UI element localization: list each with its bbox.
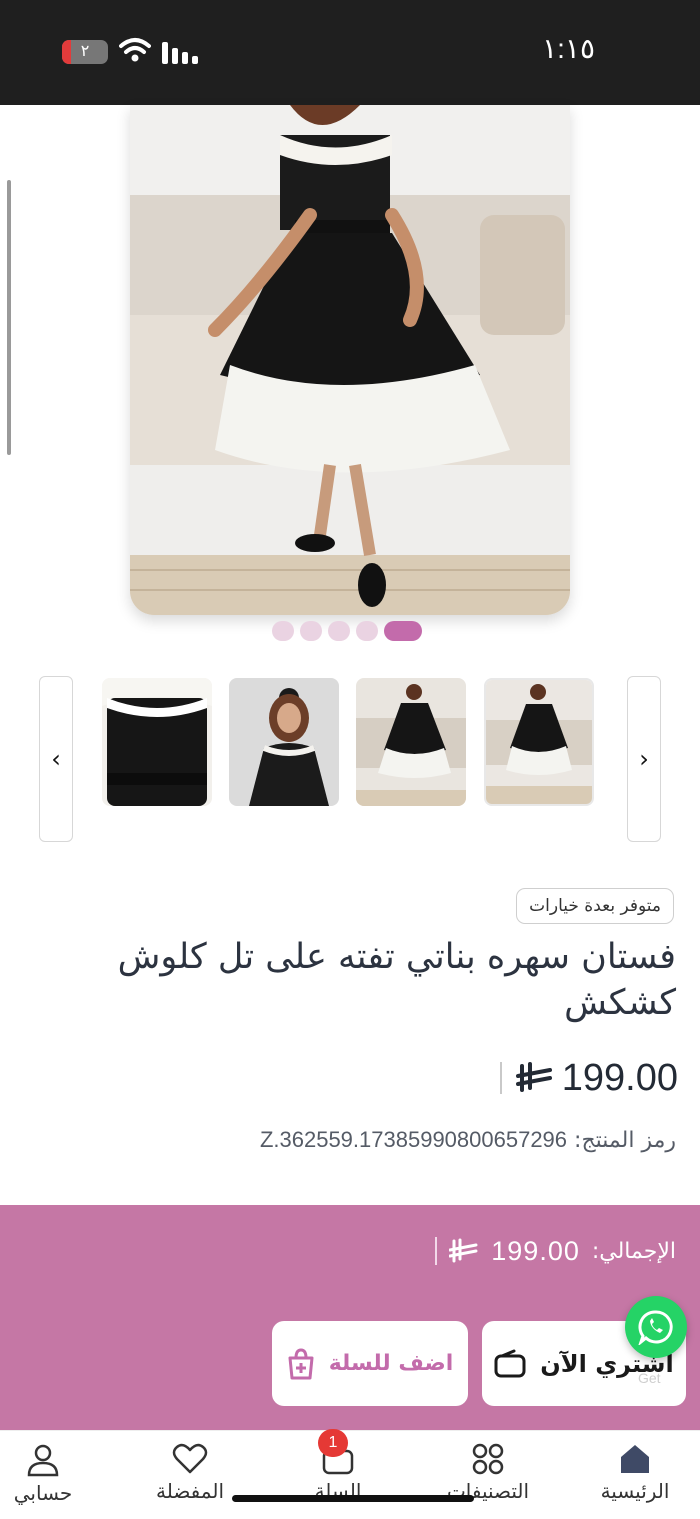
product-price: 199.00 <box>499 1054 678 1102</box>
battery-label: ٢ <box>80 43 90 60</box>
price-value: 199.00 <box>561 1056 678 1099</box>
grid-icon <box>472 1443 504 1475</box>
product-sku: رمز المنتج: Z.362559.17385990800657296 <box>260 1127 676 1153</box>
home-indicator <box>232 1495 474 1502</box>
thumbnail-image[interactable] <box>229 678 339 806</box>
home-icon <box>621 1445 649 1473</box>
clock: ١:١٥ <box>542 33 595 64</box>
floating-tag: Get <box>638 1370 661 1386</box>
tab-label: الرئيسية <box>600 1479 670 1503</box>
chevron-right-icon: › <box>639 745 649 773</box>
whatsapp-icon <box>638 1310 673 1345</box>
whatsapp-button[interactable] <box>625 1296 687 1358</box>
cart-count-badge: 1 <box>318 1429 348 1457</box>
battery-icon: ٢ <box>62 40 108 64</box>
chevron-left-icon: ‹ <box>51 745 61 773</box>
bottom-tab-bar: الرئيسية التصنيفات السلة المفضلة حسابي <box>0 1430 700 1519</box>
sku-label: رمز المنتج: <box>574 1128 676 1153</box>
pagination-dot[interactable] <box>328 621 350 641</box>
thumbnail-image[interactable] <box>102 678 212 806</box>
gallery-pagination <box>272 620 422 642</box>
signal-icon <box>162 42 198 64</box>
pagination-dot[interactable] <box>272 621 294 641</box>
add-to-cart-label: اضف للسلة <box>328 1351 454 1376</box>
order-total: الإجمالي: 199.00 <box>435 1232 676 1270</box>
tab-home[interactable]: الرئيسية <box>580 1443 690 1503</box>
gallery-next-button[interactable]: ‹ <box>39 676 73 842</box>
user-icon <box>27 1444 59 1477</box>
wifi-icon <box>119 38 151 62</box>
total-label: الإجمالي: <box>591 1238 676 1264</box>
pagination-dot[interactable] <box>356 621 378 641</box>
sku-value: Z.362559.17385990800657296 <box>259 1127 568 1152</box>
product-main-image[interactable] <box>130 105 570 615</box>
pagination-dot-active[interactable] <box>384 621 422 641</box>
thumbnail-image-selected[interactable] <box>484 678 594 806</box>
product-title: فستان سهره بناتي تفته على تل كلوش كشكش <box>117 937 676 1023</box>
riyal-icon <box>515 1062 552 1092</box>
scroll-indicator[interactable] <box>7 180 11 455</box>
variants-badge: متوفر بعدة خيارات <box>516 888 674 924</box>
heart-icon <box>172 1443 208 1474</box>
riyal-icon <box>449 1238 478 1263</box>
total-divider <box>435 1237 438 1265</box>
pagination-dot[interactable] <box>300 621 322 641</box>
tab-categories[interactable]: التصنيفات <box>433 1443 543 1503</box>
add-to-cart-button[interactable]: اضف للسلة <box>272 1321 468 1406</box>
status-bar: ٢ ١:١٥ <box>0 0 700 105</box>
price-divider <box>499 1062 502 1094</box>
total-value: 199.00 <box>491 1235 580 1266</box>
tab-account[interactable]: حسابي <box>0 1443 98 1505</box>
cart-plus-icon <box>288 1347 314 1379</box>
tab-favorites[interactable]: المفضلة <box>135 1443 245 1503</box>
gallery-prev-button[interactable]: › <box>627 676 661 842</box>
wallet-icon <box>494 1349 526 1377</box>
tab-label: المفضلة <box>155 1479 225 1503</box>
thumbnail-image[interactable] <box>356 678 466 806</box>
tab-label: حسابي <box>13 1481 73 1505</box>
